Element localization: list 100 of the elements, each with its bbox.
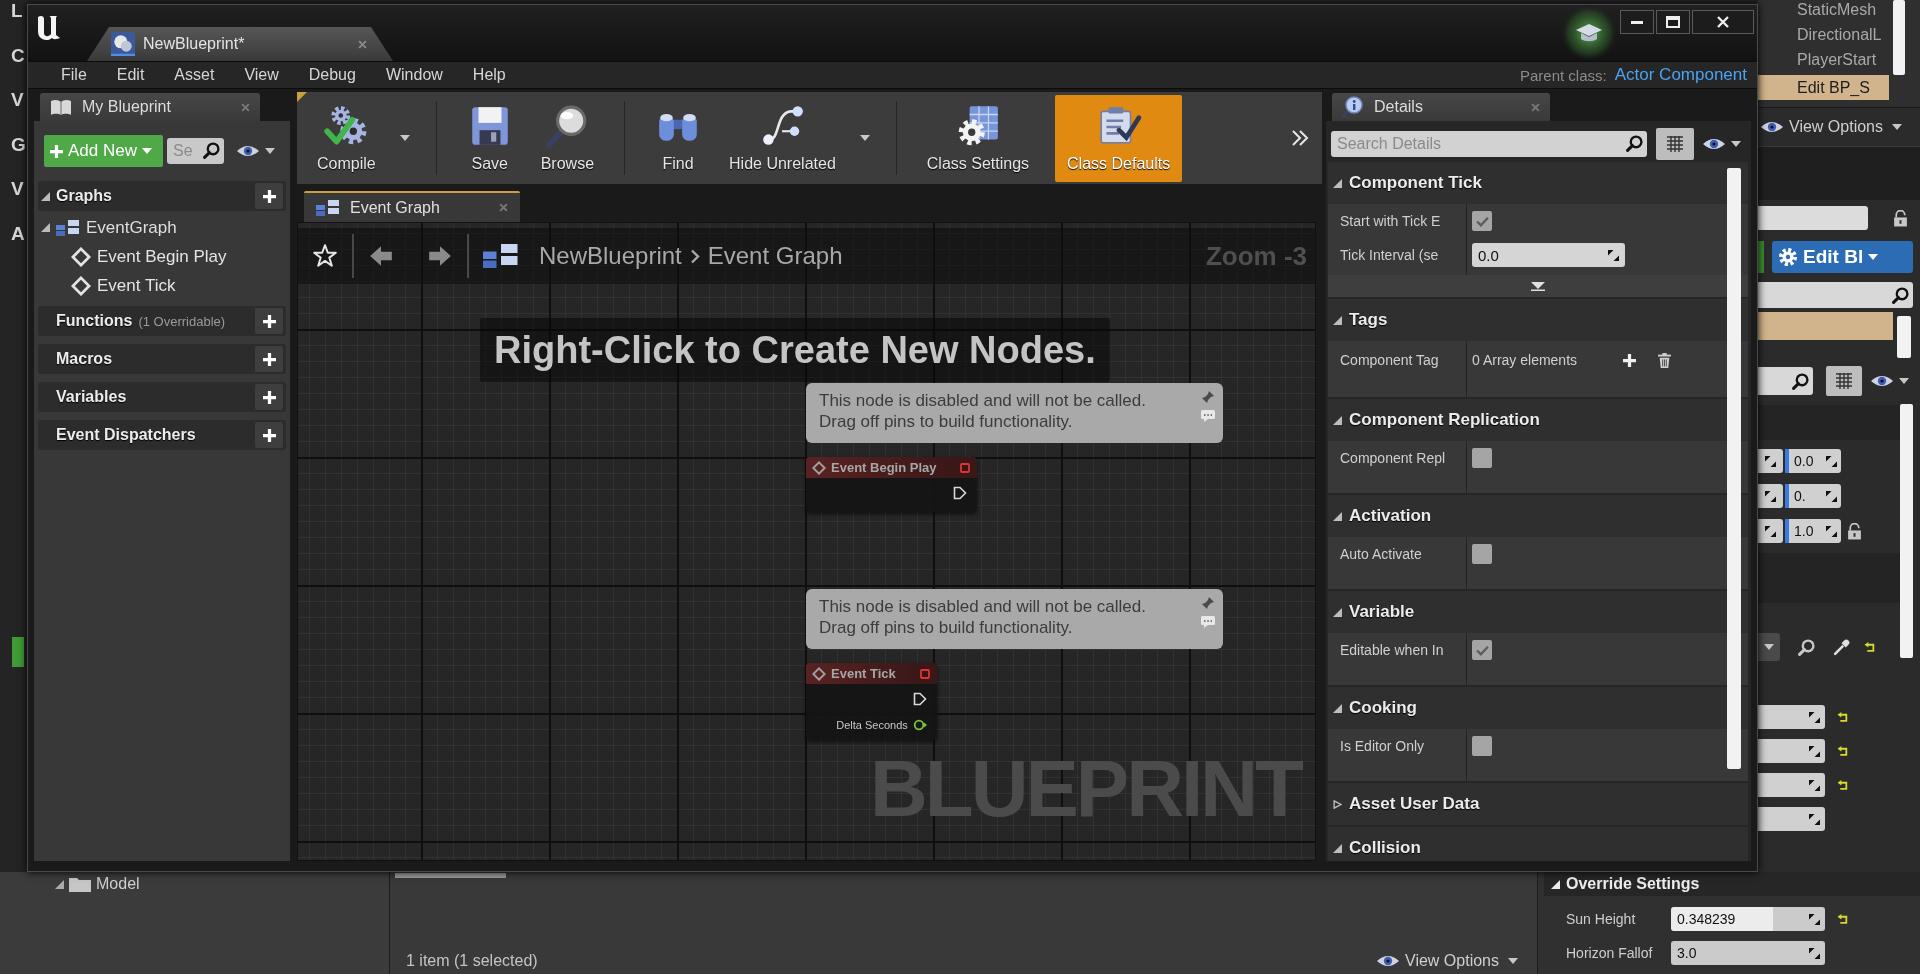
lock-icon[interactable]: [1893, 209, 1908, 227]
pin-icon[interactable]: [1201, 596, 1215, 610]
visibility-button[interactable]: [236, 144, 275, 158]
category-header[interactable]: Macros: [38, 344, 286, 374]
menu-item[interactable]: Edit: [101, 62, 160, 88]
outliner-item[interactable]: StaticMesh: [1758, 0, 1889, 22]
number-field[interactable]: [1758, 484, 1783, 508]
search-field[interactable]: [1758, 282, 1913, 308]
expanded-arrow-icon[interactable]: [1551, 879, 1560, 889]
save-button[interactable]: Save: [454, 94, 525, 182]
slider-field[interactable]: 0.348239: [1671, 907, 1825, 931]
clear-button[interactable]: [1658, 352, 1672, 368]
checkbox[interactable]: [1472, 448, 1492, 468]
menu-item[interactable]: File: [46, 62, 102, 88]
scrollbar-thumb[interactable]: [395, 873, 506, 878]
category-header[interactable]: Activation: [1328, 495, 1748, 537]
scrollbar-thumb[interactable]: [1900, 404, 1913, 658]
number-field[interactable]: 0.0: [1472, 243, 1625, 267]
add-button[interactable]: [255, 422, 283, 448]
number-field[interactable]: 0.: [1789, 484, 1841, 508]
expanded-arrow-icon[interactable]: [1333, 511, 1342, 521]
expanded-arrow-icon[interactable]: [1333, 607, 1342, 617]
category-header[interactable]: Functions (1 Overridable): [38, 306, 286, 336]
star-icon[interactable]: [312, 243, 338, 269]
reset-arrow-icon[interactable]: [1864, 641, 1875, 653]
close-icon[interactable]: [499, 203, 508, 212]
scrollbar-thumb[interactable]: [1893, 0, 1905, 75]
category-header[interactable]: Component Replication: [1328, 399, 1748, 441]
expanded-arrow-icon[interactable]: [1333, 178, 1342, 188]
checkbox[interactable]: [1472, 640, 1492, 660]
add-button[interactable]: [255, 346, 283, 372]
panel-tab[interactable]: Details: [1332, 93, 1550, 121]
category-header[interactable]: Tags: [1328, 299, 1748, 341]
comment-icon[interactable]: [1201, 410, 1215, 422]
expanded-arrow-icon[interactable]: [1333, 315, 1342, 325]
add-element-button[interactable]: [1623, 353, 1637, 367]
tree-item[interactable]: EventGraph: [38, 213, 286, 242]
add-button[interactable]: [255, 384, 283, 410]
category-header[interactable]: Cooking: [1328, 687, 1748, 729]
eyedropper-icon[interactable]: [1833, 638, 1850, 656]
menu-item[interactable]: Asset: [159, 62, 230, 88]
class-settings-button[interactable]: Class Settings: [914, 94, 1042, 182]
more-button[interactable]: [1290, 128, 1310, 148]
number-field[interactable]: [1758, 739, 1825, 763]
outliner-item[interactable]: PlayerStart: [1758, 47, 1889, 72]
advanced-toggle[interactable]: [1328, 275, 1748, 297]
expanded-arrow-icon[interactable]: [1333, 843, 1342, 853]
checkbox[interactable]: [1472, 211, 1492, 231]
tree-item[interactable]: Event Begin Play: [38, 242, 286, 271]
outliner-item[interactable]: Edit BP_S: [1758, 75, 1889, 100]
category-header[interactable]: Graphs: [38, 181, 286, 211]
checkbox[interactable]: [1472, 544, 1492, 564]
number-field[interactable]: [1758, 705, 1825, 729]
visibility-button[interactable]: [1702, 137, 1741, 151]
number-field[interactable]: [1758, 449, 1783, 473]
minimize-button[interactable]: [1620, 10, 1654, 34]
hide-unrelated-button[interactable]: Hide Unrelated: [717, 94, 848, 182]
grid-view-button[interactable]: [1826, 366, 1862, 396]
scrollbar-thumb[interactable]: [1897, 316, 1911, 358]
number-field[interactable]: [1758, 773, 1825, 797]
expanded-arrow-icon[interactable]: [1333, 415, 1342, 425]
parent-class-link[interactable]: Actor Component: [1614, 65, 1747, 85]
number-field[interactable]: [1758, 519, 1783, 543]
search-field[interactable]: [1758, 367, 1813, 395]
edit-blueprint-button[interactable]: Edit Bl: [1772, 241, 1913, 273]
compile-button[interactable]: Compile: [305, 94, 388, 182]
view-options-button[interactable]: View Options: [1758, 108, 1920, 146]
close-button[interactable]: [1692, 10, 1754, 34]
expanded-arrow-icon[interactable]: [1333, 703, 1342, 713]
reset-arrow-icon[interactable]: [1837, 711, 1848, 723]
lock-icon[interactable]: [1847, 522, 1862, 540]
tree-item[interactable]: Model: [55, 874, 140, 894]
search-field[interactable]: Search Details: [1331, 131, 1647, 157]
category-header[interactable]: Collision: [1328, 827, 1748, 861]
reset-arrow-icon[interactable]: [1837, 779, 1848, 791]
number-field[interactable]: 0.0: [1789, 449, 1841, 473]
input-field[interactable]: [1758, 206, 1868, 230]
tree-item[interactable]: Event Tick: [38, 271, 286, 300]
category-header[interactable]: Component Tick: [1328, 162, 1748, 204]
find-button[interactable]: Find: [643, 94, 714, 182]
menu-item[interactable]: Window: [370, 62, 458, 88]
close-icon[interactable]: [358, 39, 367, 49]
category-header[interactable]: Event Dispatchers: [38, 420, 286, 450]
close-icon[interactable]: [241, 102, 250, 112]
number-field[interactable]: [1758, 807, 1825, 831]
graph-tab[interactable]: Event Graph: [304, 191, 520, 222]
scrollbar-thumb[interactable]: [1727, 168, 1741, 769]
category-header[interactable]: Variable: [1328, 591, 1748, 633]
checkbox[interactable]: [1472, 736, 1492, 756]
collapsed-arrow-icon[interactable]: [1333, 799, 1342, 809]
visibility-button[interactable]: [1870, 374, 1909, 388]
maximize-button[interactable]: [1656, 10, 1690, 34]
search-field[interactable]: Se: [167, 138, 224, 164]
browse-button[interactable]: Browse: [528, 94, 607, 182]
add-button[interactable]: [255, 183, 283, 209]
pin-icon[interactable]: [1201, 390, 1215, 404]
number-field[interactable]: 1.0: [1789, 519, 1841, 543]
reset-arrow-icon[interactable]: [1837, 745, 1848, 757]
breadcrumb-item[interactable]: NewBlueprint: [539, 242, 682, 270]
menu-item[interactable]: Debug: [293, 62, 371, 88]
